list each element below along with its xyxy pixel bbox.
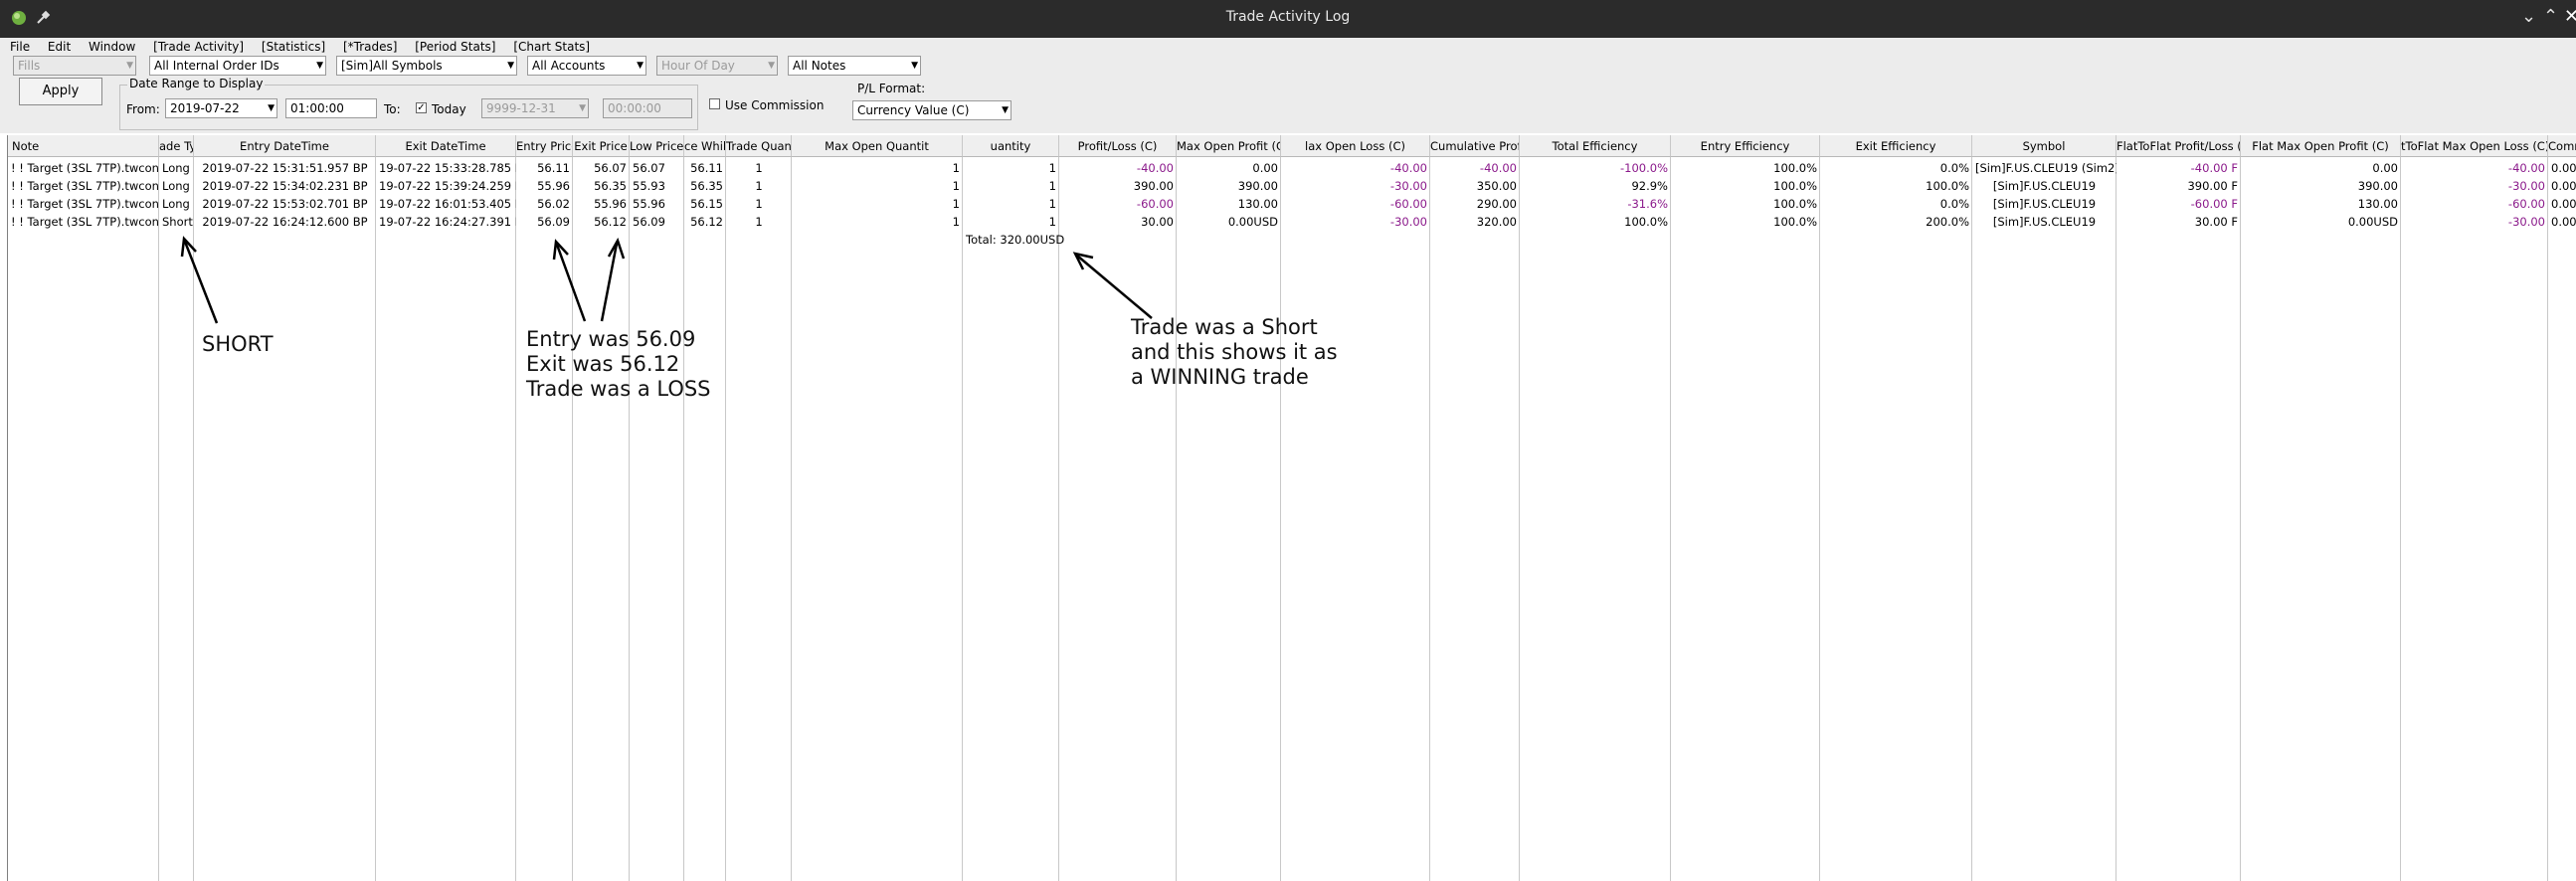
arrow-exit-icon xyxy=(600,237,626,322)
annotation-prices: Entry was 56.09 Exit was 56.12 Trade was… xyxy=(526,327,711,401)
annotation-arrows xyxy=(180,236,1153,324)
arrow-short-icon xyxy=(180,236,219,324)
arrow-total-icon xyxy=(1072,252,1153,319)
annotation-short: SHORT xyxy=(202,332,274,356)
arrow-entry-icon xyxy=(552,239,587,322)
annotation-winning: Trade was a Short and this shows it as a… xyxy=(1131,315,1338,389)
